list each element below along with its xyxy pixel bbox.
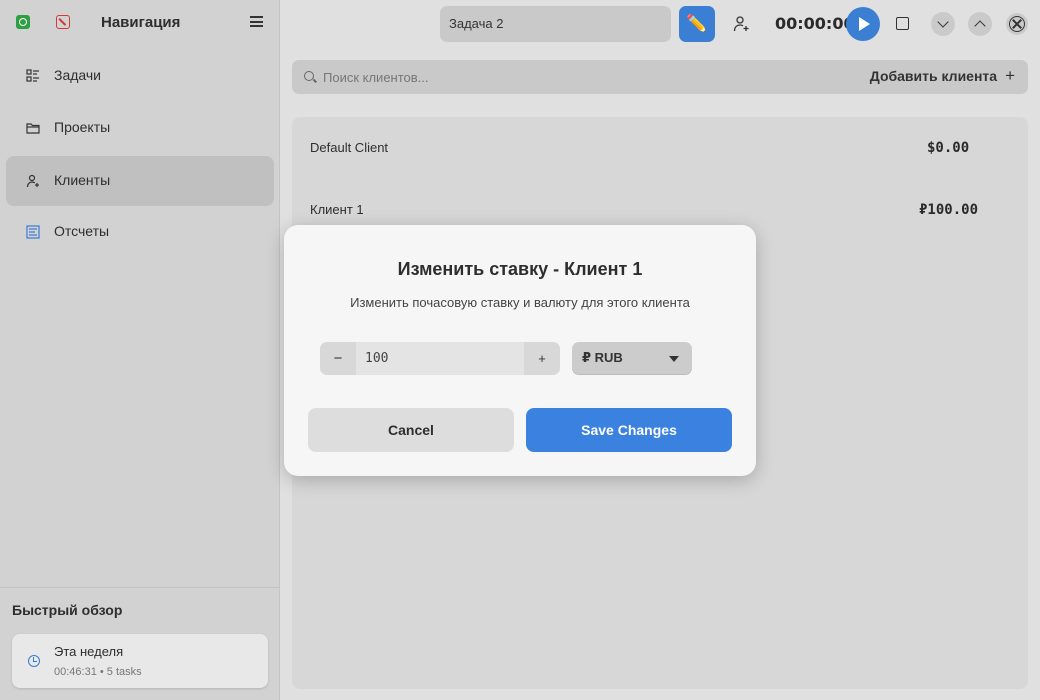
- currency-select[interactable]: ₽ RUB: [572, 342, 692, 375]
- cancel-button[interactable]: Cancel: [308, 408, 514, 452]
- plus-icon: +: [1005, 66, 1015, 85]
- folder-icon: [26, 123, 40, 134]
- close-window-button[interactable]: [1006, 13, 1028, 35]
- sidebar-item-label: Задачи: [54, 67, 102, 83]
- quick-overview-label: Эта неделя: [54, 644, 124, 659]
- add-client-label: Добавить клиента: [869, 68, 998, 84]
- search-icon: [304, 71, 314, 81]
- maximize-button[interactable]: [968, 12, 992, 36]
- sidebar-item-label: Клиенты: [54, 172, 111, 188]
- close-icon: [1009, 16, 1025, 32]
- play-button[interactable]: [846, 7, 880, 41]
- sidebar-divider: [0, 587, 280, 588]
- quick-overview-title: Быстрый обзор: [12, 602, 123, 618]
- pencil-icon: ✏️: [686, 14, 708, 33]
- increment-button[interactable]: +: [524, 342, 560, 375]
- sidebar-title: Навигация: [101, 14, 181, 31]
- search-input[interactable]: [323, 68, 723, 86]
- client-row[interactable]: Default Client $0.00: [292, 117, 1028, 177]
- add-person-icon: [26, 174, 39, 188]
- sidebar-item-clients[interactable]: Клиенты: [6, 156, 274, 206]
- client-amount: ₽100.00: [919, 202, 979, 218]
- sidebar-item-reports[interactable]: Отсчеты: [6, 207, 274, 257]
- client-name: Default Client: [310, 140, 389, 155]
- quick-overview-card[interactable]: Эта неделя 00:46:31 • 5 tasks: [12, 634, 268, 688]
- decrement-button[interactable]: −: [320, 342, 356, 375]
- app-timer-icon[interactable]: [16, 15, 30, 29]
- tasks-icon: [26, 69, 39, 82]
- reports-icon: [26, 225, 40, 239]
- menu-icon[interactable]: [250, 16, 263, 27]
- sidebar-item-projects[interactable]: Проекты: [6, 103, 274, 153]
- chevron-down-icon: [937, 16, 949, 28]
- quick-overview-summary: 00:46:31 • 5 tasks: [54, 666, 142, 678]
- sidebar: Навигация Задачи Проекты Клиенты Отсчеты…: [0, 0, 280, 700]
- timer-display: 00:00:00: [775, 14, 855, 33]
- rate-input[interactable]: [356, 342, 524, 375]
- client-amount: $0.00: [927, 140, 970, 156]
- clock-icon: [28, 655, 40, 667]
- sidebar-item-label: Отсчеты: [54, 223, 110, 239]
- caret-down-icon: [669, 356, 679, 362]
- currency-value: ₽ RUB: [582, 350, 623, 365]
- minimize-button[interactable]: [931, 12, 955, 36]
- sidebar-item-tasks[interactable]: Задачи: [6, 51, 274, 101]
- task-name-field[interactable]: Задача 2: [440, 6, 671, 42]
- dialog-title: Изменить ставку - Клиент 1: [397, 259, 643, 279]
- dialog-subtitle: Изменить почасовую ставку и валюту для э…: [350, 295, 690, 310]
- add-client-button[interactable]: Добавить клиента +: [869, 66, 1015, 85]
- edit-task-button[interactable]: ✏️: [679, 6, 715, 42]
- client-name: Клиент 1: [310, 202, 364, 217]
- sidebar-item-label: Проекты: [54, 119, 111, 135]
- sidebar-header: Навигация: [0, 0, 280, 46]
- edit-rate-dialog: Изменить ставку - Клиент 1 Изменить поча…: [284, 225, 756, 476]
- rate-stepper: − +: [320, 342, 560, 375]
- chevron-up-icon: [974, 20, 986, 32]
- client-search-bar: Добавить клиента +: [292, 60, 1028, 94]
- assign-client-icon[interactable]: [731, 14, 751, 34]
- stop-icon[interactable]: [56, 15, 70, 29]
- chip-icon[interactable]: [896, 17, 909, 30]
- save-changes-button[interactable]: Save Changes: [526, 408, 732, 452]
